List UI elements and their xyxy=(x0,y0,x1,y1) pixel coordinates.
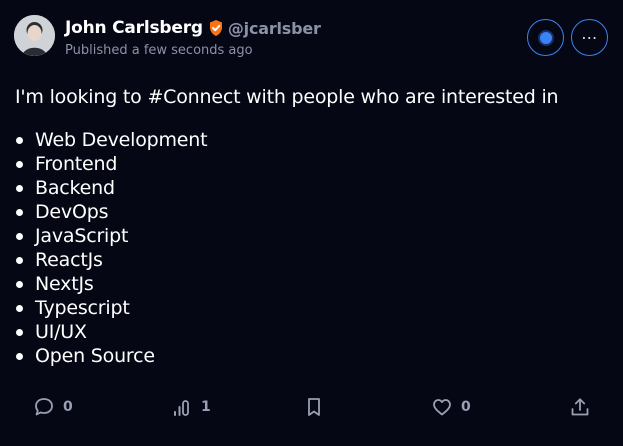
share-icon xyxy=(571,398,589,416)
author-name[interactable]: John Carlsberg xyxy=(65,18,203,38)
comment-button[interactable]: 0 xyxy=(33,393,73,421)
bookmark-button[interactable] xyxy=(304,393,324,421)
list-item-label: UI/UX xyxy=(35,321,87,343)
bullet-icon xyxy=(16,185,23,192)
author-row: John Carlsberg @jcarlsber xyxy=(65,16,321,40)
bullet-icon xyxy=(16,257,23,264)
list-item: JavaScript xyxy=(15,224,207,248)
list-item: UI/UX xyxy=(15,320,207,344)
list-item-label: Typescript xyxy=(35,297,130,319)
list-item: Frontend xyxy=(15,152,207,176)
bullet-icon xyxy=(16,233,23,240)
list-item: Open Source xyxy=(15,344,207,368)
list-item-label: JavaScript xyxy=(35,225,129,247)
bullet-icon xyxy=(16,329,23,336)
bullet-icon xyxy=(16,305,23,312)
heart-icon xyxy=(433,399,451,416)
list-item-label: DevOps xyxy=(35,201,109,223)
list-item-label: NextJs xyxy=(35,273,94,295)
list-item-label: Frontend xyxy=(35,153,118,175)
published-time: Published a few seconds ago xyxy=(65,43,253,58)
views-button[interactable]: 1 xyxy=(171,393,211,421)
post-card: John Carlsberg @jcarlsber Published a fe… xyxy=(0,0,623,446)
comment-icon xyxy=(35,398,53,416)
bookmark-icon xyxy=(308,398,320,416)
comment-count: 0 xyxy=(63,399,73,415)
list-item: Typescript xyxy=(15,296,207,320)
bullet-icon xyxy=(16,161,23,168)
list-item-label: Open Source xyxy=(35,345,155,367)
more-options-button[interactable]: … xyxy=(571,19,608,56)
post-intro: I'm looking to #Connect with people who … xyxy=(15,86,559,108)
list-item-label: ReactJs xyxy=(35,249,103,271)
list-item: Web Development xyxy=(15,128,208,152)
bullet-icon xyxy=(16,353,23,360)
interests-list: Web Development Frontend Backend DevOps … xyxy=(15,128,208,368)
avatar[interactable] xyxy=(14,15,55,56)
list-item-label: Web Development xyxy=(35,129,208,151)
bullet-icon xyxy=(16,137,23,144)
bullet-icon xyxy=(16,209,23,216)
views-count: 1 xyxy=(201,399,211,415)
share-button[interactable] xyxy=(569,393,591,421)
post-actions: 0 1 0 xyxy=(0,393,623,421)
record-dot-icon xyxy=(539,31,552,44)
like-button[interactable]: 0 xyxy=(431,393,471,421)
author-handle[interactable]: @jcarlsber xyxy=(228,19,321,38)
verified-shield-icon xyxy=(207,19,225,37)
list-item: DevOps xyxy=(15,200,207,224)
list-item: NextJs xyxy=(15,272,207,296)
like-count: 0 xyxy=(461,399,471,415)
list-item: ReactJs xyxy=(15,248,207,272)
list-item: Backend xyxy=(15,176,207,200)
record-button[interactable] xyxy=(527,19,564,56)
bullet-icon xyxy=(16,281,23,288)
analytics-icon xyxy=(174,400,189,416)
more-icon: … xyxy=(581,24,598,43)
list-item-label: Backend xyxy=(35,177,115,199)
